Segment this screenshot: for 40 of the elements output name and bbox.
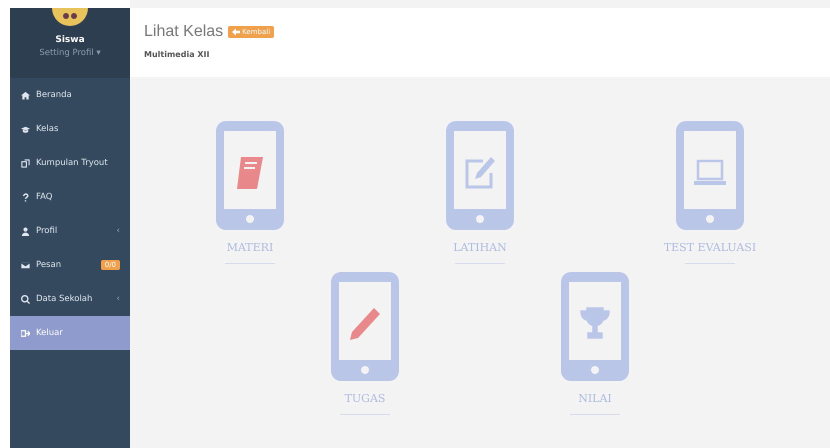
search-icon	[21, 294, 30, 304]
tablet-icon	[331, 272, 399, 381]
menu-label: Beranda	[36, 90, 73, 100]
menu-label: Pesan	[36, 260, 62, 270]
module-label: TUGAS	[344, 392, 386, 405]
menu-label: Kelas	[36, 124, 60, 134]
menu-item[interactable]: Kumpulan Tryout	[10, 146, 130, 180]
menu-item[interactable]: FAQ	[10, 180, 130, 214]
page-title: Lihat Kelas	[144, 23, 224, 41]
arrow-left-icon	[232, 28, 240, 36]
menu-item[interactable]: Data Sekolah ‹	[10, 282, 130, 316]
menu-item[interactable]: Profil ‹	[10, 214, 130, 248]
chevron: ‹	[116, 226, 120, 236]
module-label: TEST EVALUASI	[664, 241, 756, 254]
module-label: LATIHAN	[453, 241, 507, 254]
menu-item[interactable]: Kelas	[10, 112, 130, 146]
menu-label: Keluar	[36, 328, 64, 338]
home-icon	[21, 90, 30, 100]
menu-item[interactable]: Keluar	[10, 316, 130, 350]
tablet-icon	[676, 121, 744, 230]
menu-label: Kumpulan Tryout	[36, 158, 109, 168]
menu-label: Data Sekolah	[36, 294, 94, 304]
module-label: MATERI	[226, 241, 274, 254]
user-icon	[21, 226, 30, 236]
module-label: NILAI	[578, 392, 612, 405]
menu-label: FAQ	[36, 192, 54, 202]
class-name: Multimedia XII	[144, 50, 210, 59]
exit-icon	[21, 328, 30, 338]
mail-icon	[21, 260, 30, 270]
user-name: Siswa	[55, 35, 85, 45]
tablet-icon	[561, 272, 629, 381]
tablet-icon	[446, 121, 514, 230]
setting-profile-link[interactable]: Setting Profil ▾	[39, 48, 101, 58]
copy-icon	[21, 158, 30, 168]
tablet-icon	[216, 121, 284, 230]
menu-label: Profil	[36, 226, 58, 236]
menu-item[interactable]: Beranda	[10, 78, 130, 112]
question-icon	[21, 192, 30, 202]
cap-icon	[21, 124, 30, 134]
chevron: ‹	[116, 294, 120, 304]
